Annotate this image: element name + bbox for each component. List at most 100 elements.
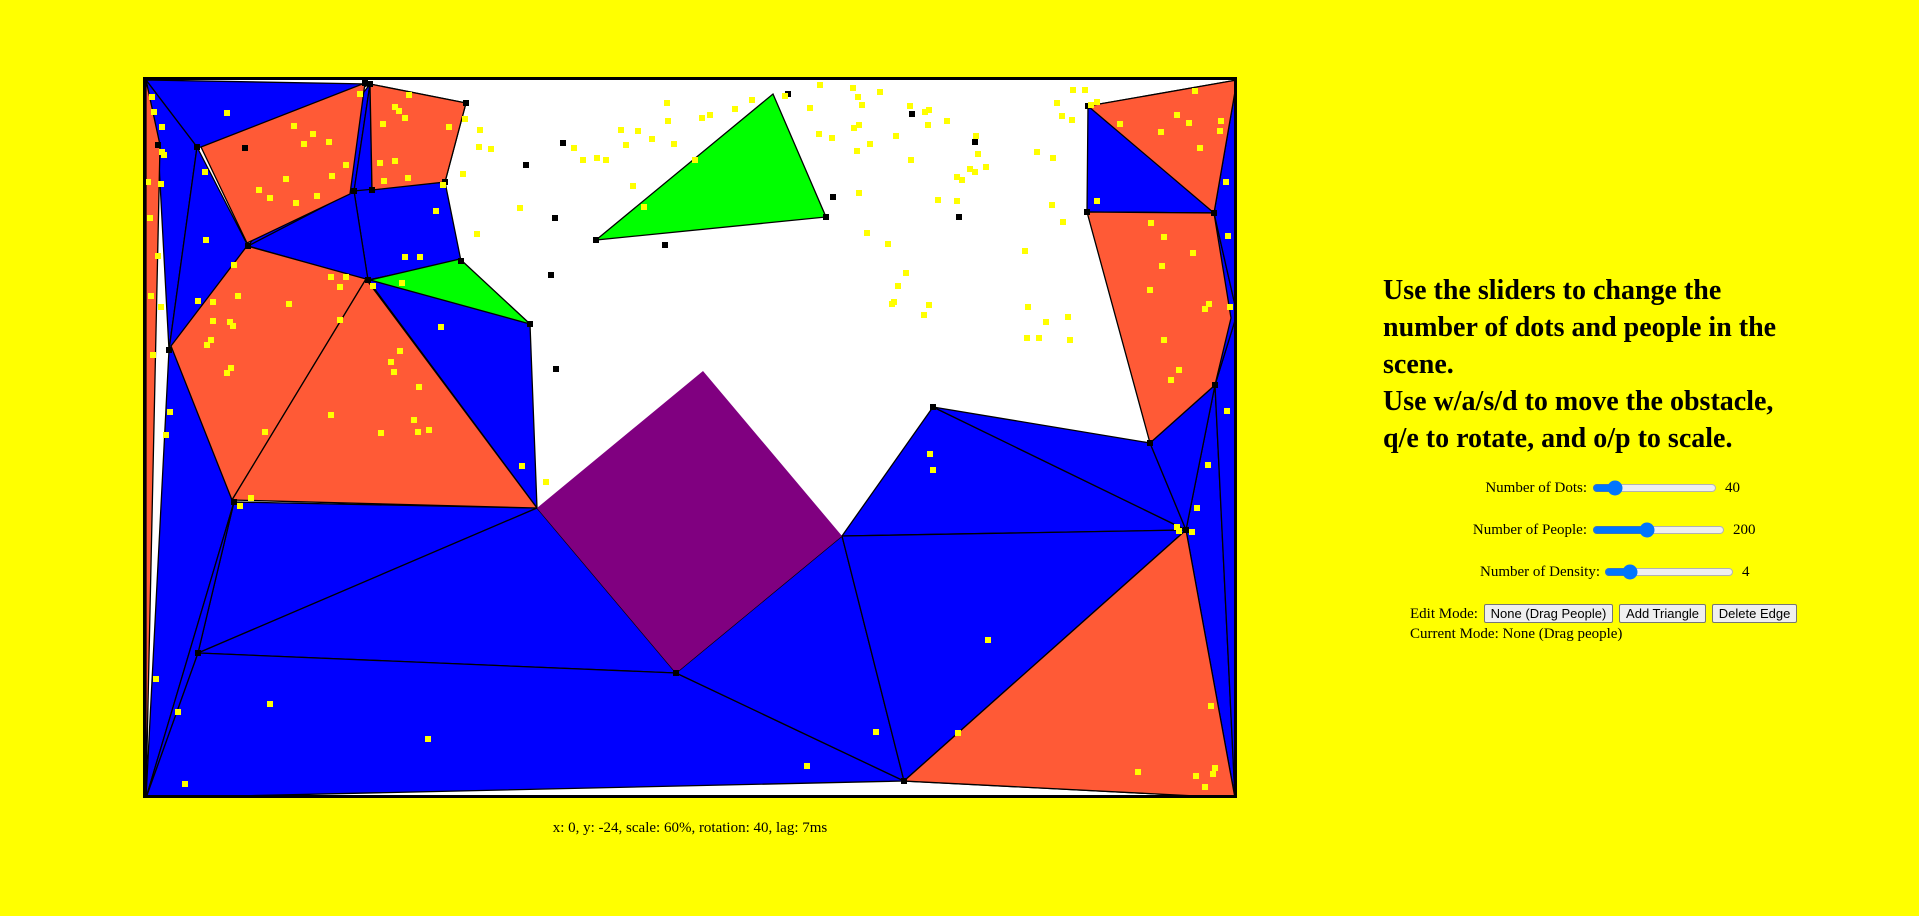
person-dot[interactable] (1190, 250, 1196, 256)
person-dot[interactable] (1158, 129, 1164, 135)
person-dot[interactable] (488, 146, 494, 152)
person-dot[interactable] (474, 231, 480, 237)
person-dot[interactable] (204, 342, 210, 348)
person-dot[interactable] (150, 352, 156, 358)
person-dot[interactable] (1189, 529, 1195, 535)
person-dot[interactable] (175, 709, 181, 715)
person-dot[interactable] (983, 164, 989, 170)
person-dot[interactable] (158, 181, 164, 187)
person-dot[interactable] (1054, 100, 1060, 106)
add-triangle-button[interactable]: Add Triangle (1619, 604, 1707, 623)
person-dot[interactable] (649, 136, 655, 142)
person-dot[interactable] (1147, 287, 1153, 293)
person-dot[interactable] (433, 208, 439, 214)
person-dot[interactable] (1117, 121, 1123, 127)
person-dot[interactable] (1217, 128, 1223, 134)
person-dot[interactable] (641, 204, 647, 210)
person-dot[interactable] (337, 317, 343, 323)
person-dot[interactable] (446, 124, 452, 130)
person-dot[interactable] (425, 736, 431, 742)
person-dot[interactable] (224, 370, 230, 376)
person-dot[interactable] (343, 274, 349, 280)
person-dot[interactable] (337, 284, 343, 290)
person-dot[interactable] (1065, 314, 1071, 320)
person-dot[interactable] (1202, 306, 1208, 312)
person-dot[interactable] (283, 176, 289, 182)
person-dot[interactable] (921, 312, 927, 318)
person-dot[interactable] (1208, 703, 1214, 709)
person-dot[interactable] (301, 141, 307, 147)
person-dot[interactable] (1059, 113, 1065, 119)
person-dot[interactable] (326, 139, 332, 145)
person-dot[interactable] (1036, 335, 1042, 341)
person-dot[interactable] (426, 427, 432, 433)
person-dot[interactable] (893, 133, 899, 139)
person-dot[interactable] (406, 92, 412, 98)
person-dot[interactable] (1094, 99, 1100, 105)
person-dot[interactable] (1148, 220, 1154, 226)
person-dot[interactable] (925, 122, 931, 128)
person-dot[interactable] (314, 193, 320, 199)
person-dot[interactable] (1070, 87, 1076, 93)
person-dot[interactable] (267, 195, 273, 201)
person-dot[interactable] (967, 166, 973, 172)
person-dot[interactable] (664, 100, 670, 106)
person-dot[interactable] (1193, 773, 1199, 779)
person-dot[interactable] (1197, 145, 1203, 151)
person-dot[interactable] (1174, 524, 1180, 530)
person-dot[interactable] (202, 169, 208, 175)
person-dot[interactable] (1174, 112, 1180, 118)
person-dot[interactable] (926, 107, 932, 113)
simulation-canvas[interactable] (143, 77, 1237, 798)
dots-slider[interactable] (1592, 480, 1717, 496)
person-dot[interactable] (782, 93, 788, 99)
person-dot[interactable] (907, 103, 913, 109)
person-dot[interactable] (286, 301, 292, 307)
person-dot[interactable] (671, 141, 677, 147)
person-dot[interactable] (462, 116, 468, 122)
person-dot[interactable] (477, 127, 483, 133)
person-dot[interactable] (851, 125, 857, 131)
person-dot[interactable] (235, 293, 241, 299)
person-dot[interactable] (210, 299, 216, 305)
person-dot[interactable] (438, 324, 444, 330)
person-dot[interactable] (1161, 337, 1167, 343)
person-dot[interactable] (1168, 377, 1174, 383)
person-dot[interactable] (855, 94, 861, 100)
person-dot[interactable] (397, 348, 403, 354)
person-dot[interactable] (237, 503, 243, 509)
person-dot[interactable] (377, 160, 383, 166)
person-dot[interactable] (1135, 769, 1141, 775)
person-dot[interactable] (158, 304, 164, 310)
person-dot[interactable] (955, 730, 961, 736)
person-dot[interactable] (944, 118, 950, 124)
person-dot[interactable] (1094, 198, 1100, 204)
person-dot[interactable] (854, 148, 860, 154)
person-dot[interactable] (885, 241, 891, 247)
person-dot[interactable] (864, 230, 870, 236)
person-dot[interactable] (926, 302, 932, 308)
person-dot[interactable] (328, 412, 334, 418)
density-slider[interactable] (1604, 564, 1734, 580)
person-dot[interactable] (163, 432, 169, 438)
person-dot[interactable] (935, 197, 941, 203)
person-dot[interactable] (182, 781, 188, 787)
person-dot[interactable] (1050, 155, 1056, 161)
person-dot[interactable] (856, 190, 862, 196)
person-dot[interactable] (146, 179, 151, 185)
person-dot[interactable] (954, 198, 960, 204)
person-dot[interactable] (889, 301, 895, 307)
person-dot[interactable] (807, 105, 813, 111)
person-dot[interactable] (817, 82, 823, 88)
person-dot[interactable] (256, 187, 262, 193)
person-dot[interactable] (291, 123, 297, 129)
person-dot[interactable] (381, 178, 387, 184)
person-dot[interactable] (1223, 179, 1229, 185)
person-dot[interactable] (623, 142, 629, 148)
person-dot[interactable] (159, 124, 165, 130)
person-dot[interactable] (1202, 784, 1208, 790)
person-dot[interactable] (460, 171, 466, 177)
person-dot[interactable] (930, 467, 936, 473)
person-dot[interactable] (1194, 505, 1200, 511)
person-dot[interactable] (155, 253, 161, 259)
